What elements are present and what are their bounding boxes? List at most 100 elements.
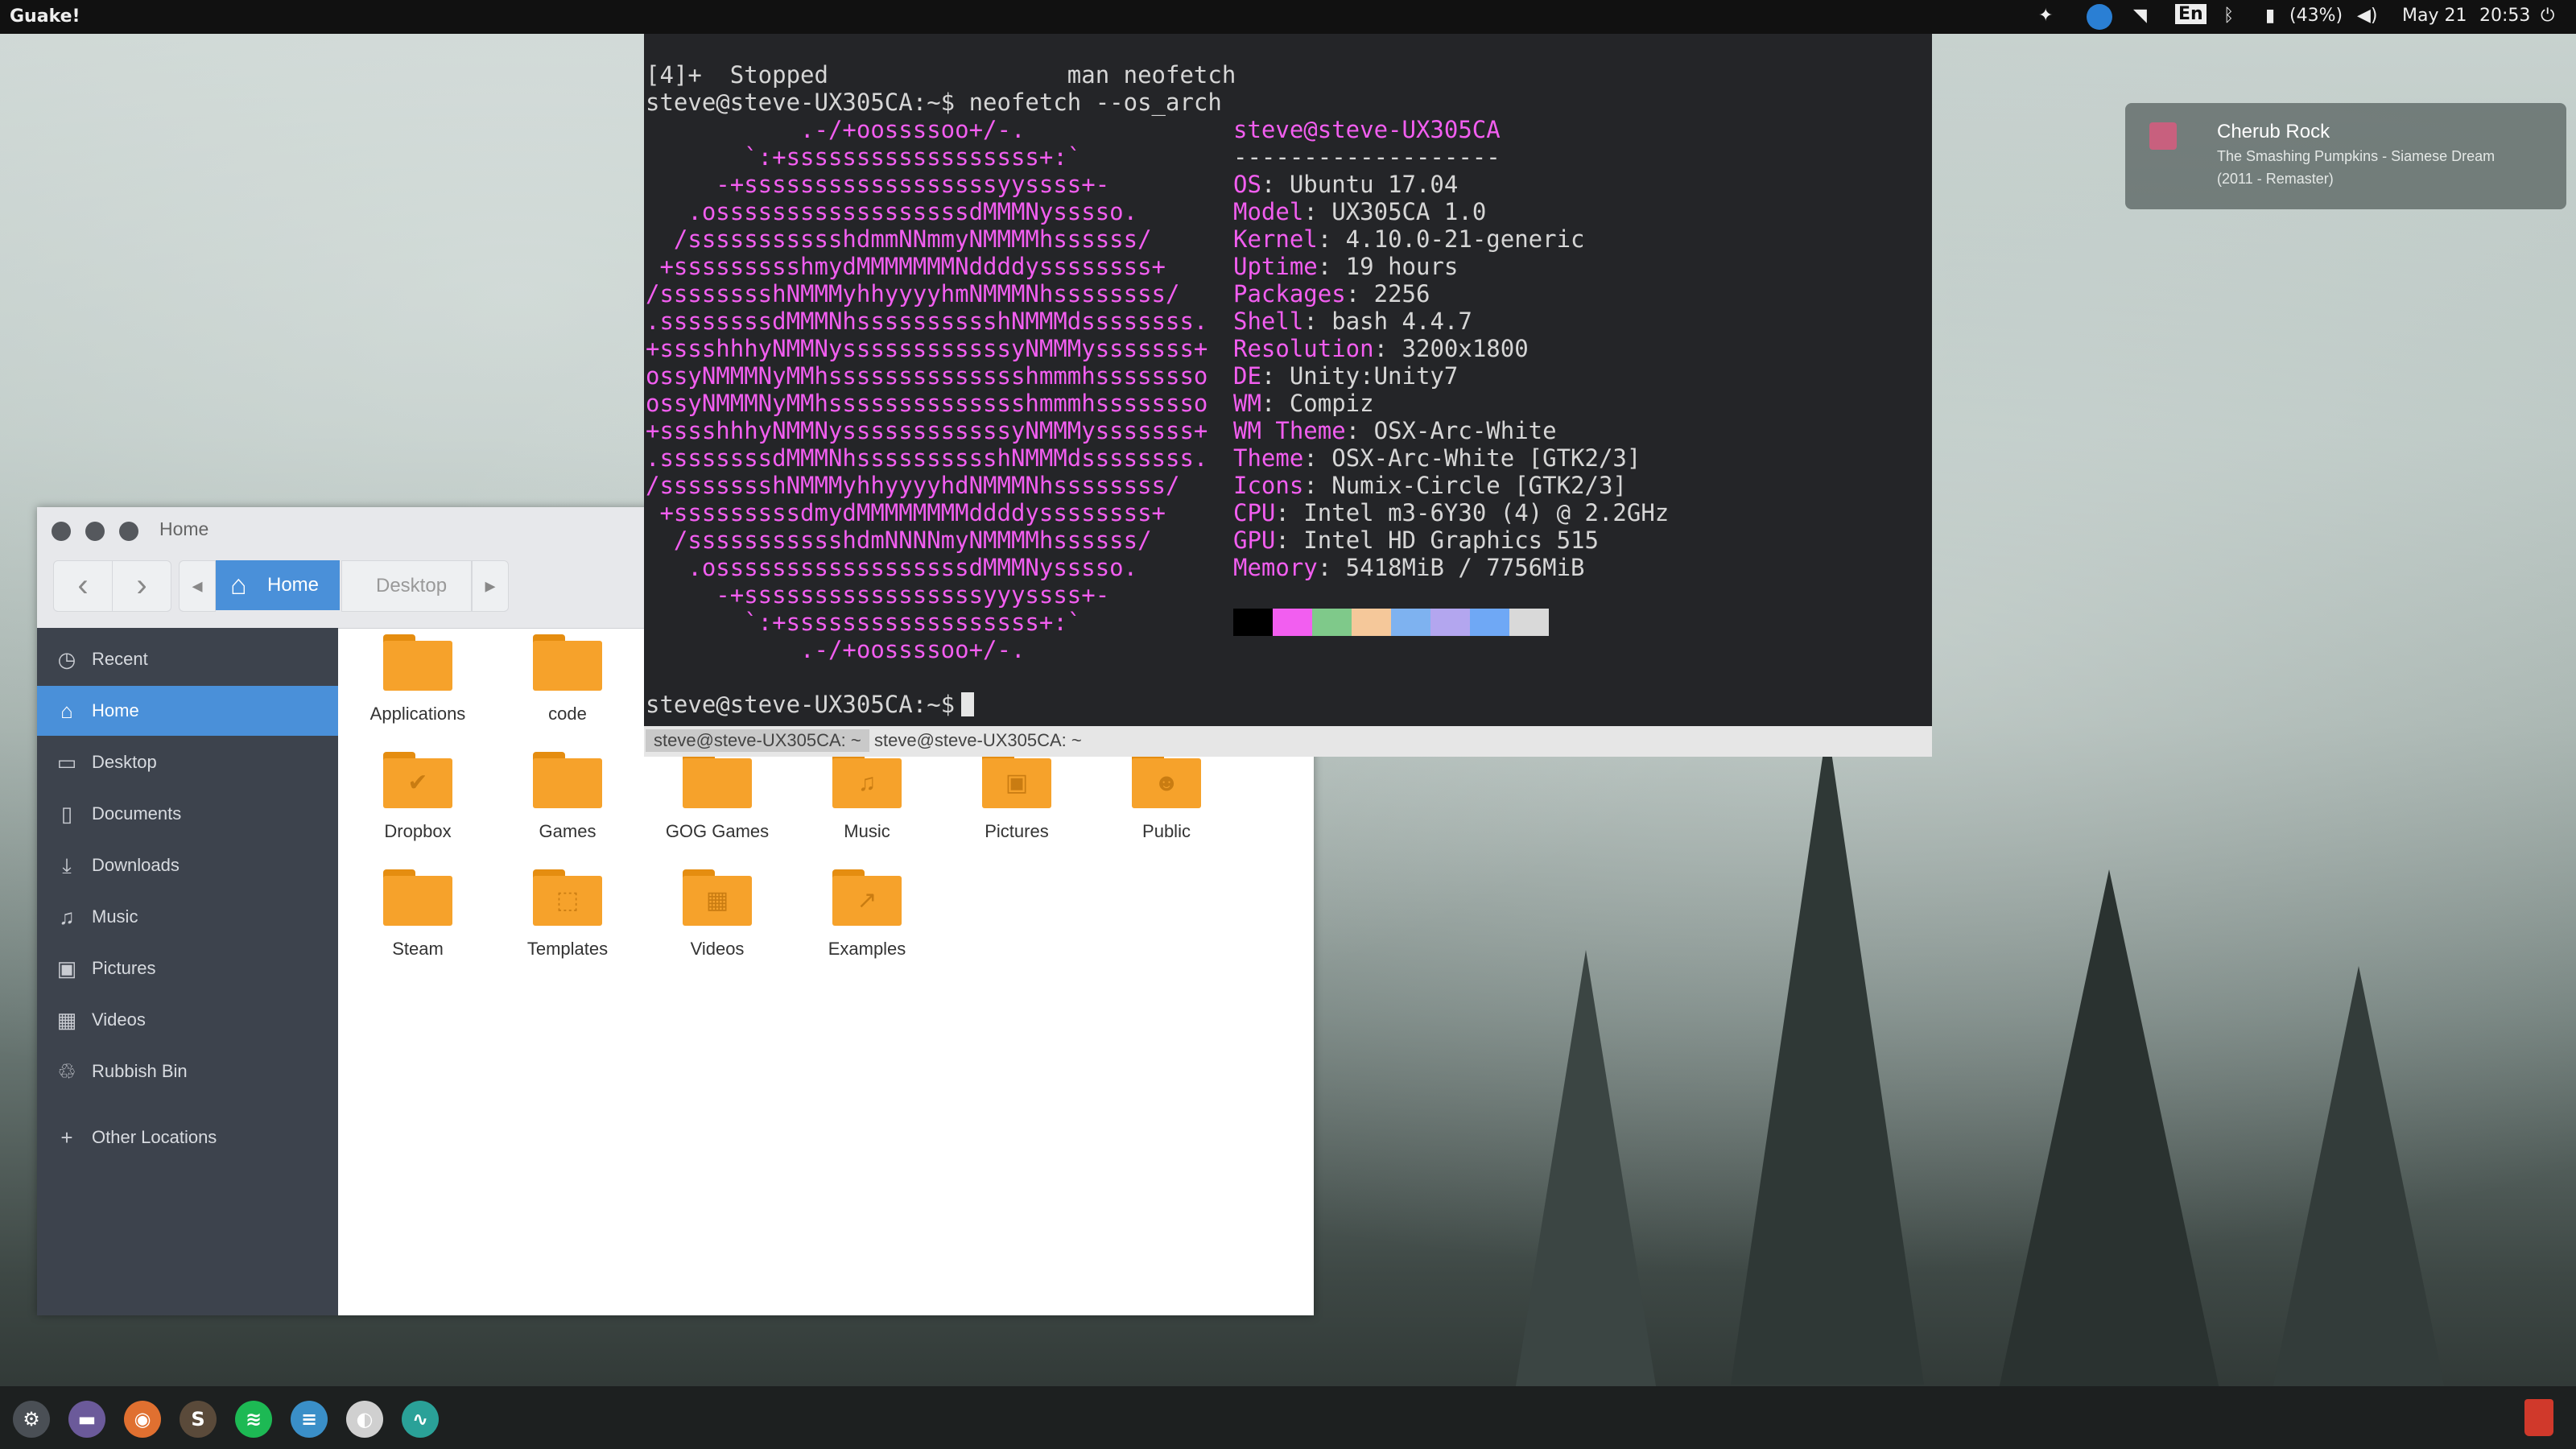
forward-button[interactable]: › (112, 560, 171, 612)
folder-item[interactable]: GOG Games (657, 752, 778, 865)
info-key: OS (1233, 171, 1261, 198)
spotify-icon[interactable]: ≋ (235, 1401, 272, 1438)
terminal-tab[interactable]: steve@steve-UX305CA: ~ (646, 729, 869, 752)
sidebar-item-home[interactable]: ⌂ Home (37, 686, 338, 736)
folder-icon: ♫ (832, 752, 902, 808)
crumb-home[interactable]: ⌂ Home (216, 560, 340, 610)
sidebar-item-recent[interactable]: ◷ Recent (37, 634, 338, 684)
folder-emblem-icon (533, 765, 602, 802)
info-value: : Intel m3-6Y30 (4) @ 2.2GHz (1275, 499, 1670, 526)
folder-item[interactable]: Applications (357, 634, 478, 747)
folder-label: Pictures (985, 821, 1049, 841)
info-value: : Numix-Circle [GTK2/3] (1303, 472, 1627, 499)
info-key: Uptime (1233, 253, 1318, 280)
wallpaper-tree (2270, 966, 2447, 1401)
folder-icon (533, 752, 602, 808)
firefox-icon[interactable]: ◉ (124, 1401, 161, 1438)
neofetch-info-row: OS: Ubuntu 17.04 (1233, 171, 1458, 198)
home-icon: ⌂ (230, 570, 247, 601)
notification-artist: The Smashing Pumpkins - Siamese Dream (2217, 148, 2496, 164)
folder-icon (383, 869, 452, 926)
folder-item[interactable]: ▣ Pictures (956, 752, 1077, 865)
neofetch-info-row: CPU: Intel m3-6Y30 (4) @ 2.2GHz (1233, 499, 1669, 526)
sidebar-item-label: Rubbish Bin (92, 1061, 188, 1081)
sidebar-item-music[interactable]: ♫ Music (37, 892, 338, 942)
power-icon[interactable]: ⏻ (2541, 6, 2554, 26)
folder-item[interactable]: ♫ Music (807, 752, 927, 865)
minimize-button[interactable] (85, 522, 105, 541)
sidebar-item-other-locations[interactable]: + Other Locations (37, 1113, 338, 1162)
folder-item[interactable]: ⬚ Templates (507, 869, 628, 982)
wallpaper-tree (1731, 724, 1924, 1385)
tweaks-icon[interactable]: ◐ (346, 1401, 383, 1438)
sidebar-item-downloads[interactable]: ⤓ Downloads (37, 840, 338, 890)
text-editor-icon[interactable]: ≡ (291, 1401, 328, 1438)
sidebar-item-videos[interactable]: ▦ Videos (37, 995, 338, 1045)
sidebar-item-desktop[interactable]: ▭ Desktop (37, 737, 338, 787)
info-key: Packages (1233, 280, 1346, 308)
crumb-desktop-label: Desktop (376, 575, 448, 597)
trash-icon[interactable] (2524, 1399, 2553, 1436)
album-art-icon (2149, 122, 2177, 150)
color-palette-swatch (1233, 609, 1273, 636)
terminal-line: [4]+ Stopped man neofetch (646, 61, 1236, 89)
folder-emblem-icon (683, 765, 752, 802)
folder-item[interactable]: Games (507, 752, 628, 865)
breadcrumb-left-arrow[interactable]: ◂ (179, 560, 216, 612)
folder-item[interactable]: ↗ Examples (807, 869, 927, 982)
files-icon[interactable]: ▬ (68, 1401, 105, 1438)
system-monitor-icon[interactable]: ∿ (402, 1401, 439, 1438)
volume-icon[interactable]: ◀) (2357, 6, 2378, 26)
ascii-logo-line: -+sssssssssssssssssyyyssss+- (646, 581, 1110, 609)
sublime-text-icon[interactable]: S (180, 1401, 217, 1438)
folder-item[interactable]: ✔ Dropbox (357, 752, 478, 865)
wallpaper-tree (1996, 869, 2222, 1401)
back-button[interactable]: ‹ (53, 560, 113, 612)
folder-item[interactable]: ▦ Videos (657, 869, 778, 982)
terminal-line: steve@steve-UX305CA:~$ neofetch --os_arc… (646, 89, 1222, 116)
guake-terminal[interactable]: [4]+ Stopped man neofetch steve@steve-UX3… (644, 34, 1932, 726)
bluetooth-icon[interactable]: ᛒ (2223, 6, 2234, 26)
folder-emblem-icon: ▣ (1005, 770, 1029, 796)
ascii-logo-line: .-/+oossssoo+/-. (646, 636, 1026, 663)
ascii-logo-line: .ssssssssdMMMNhsssssssssshNMMMdssssssss. (646, 444, 1208, 472)
folder-item[interactable]: ☻ Public (1106, 752, 1227, 865)
sidebar-item-documents[interactable]: ▯ Documents (37, 789, 338, 839)
info-key: Memory (1233, 554, 1318, 581)
folder-icon: ✔ (383, 752, 452, 808)
folder-icon: ↗ (832, 869, 902, 926)
ascii-logo-line: .ossssssssssssssssssdMMMNysssso. (646, 198, 1138, 225)
folder-item[interactable]: code (507, 634, 628, 747)
breadcrumb-right-arrow[interactable]: ▸ (472, 560, 509, 612)
info-value: : 19 hours (1317, 253, 1459, 280)
steam-tray-icon[interactable] (2087, 4, 2112, 30)
maximize-button[interactable] (119, 522, 138, 541)
system-settings-icon[interactable]: ⚙ (13, 1401, 50, 1438)
date-label[interactable]: May 21 (2402, 6, 2467, 26)
sidebar-item-rubbish-bin[interactable]: ♲ Rubbish Bin (37, 1046, 338, 1096)
crumb-desktop[interactable]: Desktop (341, 560, 472, 612)
folder-item[interactable]: Steam (357, 869, 478, 982)
trash-icon: ♲ (57, 1059, 76, 1084)
dropbox-icon[interactable]: ✦ (2038, 6, 2053, 26)
ascii-logo-line: /ssssssssssshdmNNNNmyNMMMMhssssss/ (646, 526, 1152, 554)
plus-icon: + (60, 1125, 73, 1150)
music-icon: ♫ (59, 905, 75, 929)
info-key: WM (1233, 390, 1261, 417)
ascii-logo-line: `:+ssssssssssssssssss+:` (646, 609, 1082, 636)
battery-percent: (43%) (2289, 6, 2343, 26)
neofetch-info-row: Memory: 5418MiB / 7756MiB (1233, 554, 1585, 581)
folder-label: Videos (690, 939, 745, 959)
terminal-tab[interactable]: steve@steve-UX305CA: ~ (866, 729, 1090, 752)
keyboard-layout-icon[interactable]: En (2175, 4, 2207, 24)
info-key: CPU (1233, 499, 1276, 526)
close-button[interactable] (52, 522, 71, 541)
battery-icon[interactable]: ▮ (2265, 6, 2275, 26)
terminal-prompt: steve@steve-UX305CA:~$ (646, 691, 956, 718)
folder-icon: ⬚ (533, 869, 602, 926)
time-label[interactable]: 20:53 (2479, 6, 2530, 26)
sidebar-item-pictures[interactable]: ▣ Pictures (37, 943, 338, 993)
folder-icon: ▦ (683, 869, 752, 926)
wifi-icon[interactable]: ◥ (2133, 6, 2147, 26)
info-key: GPU (1233, 526, 1276, 554)
